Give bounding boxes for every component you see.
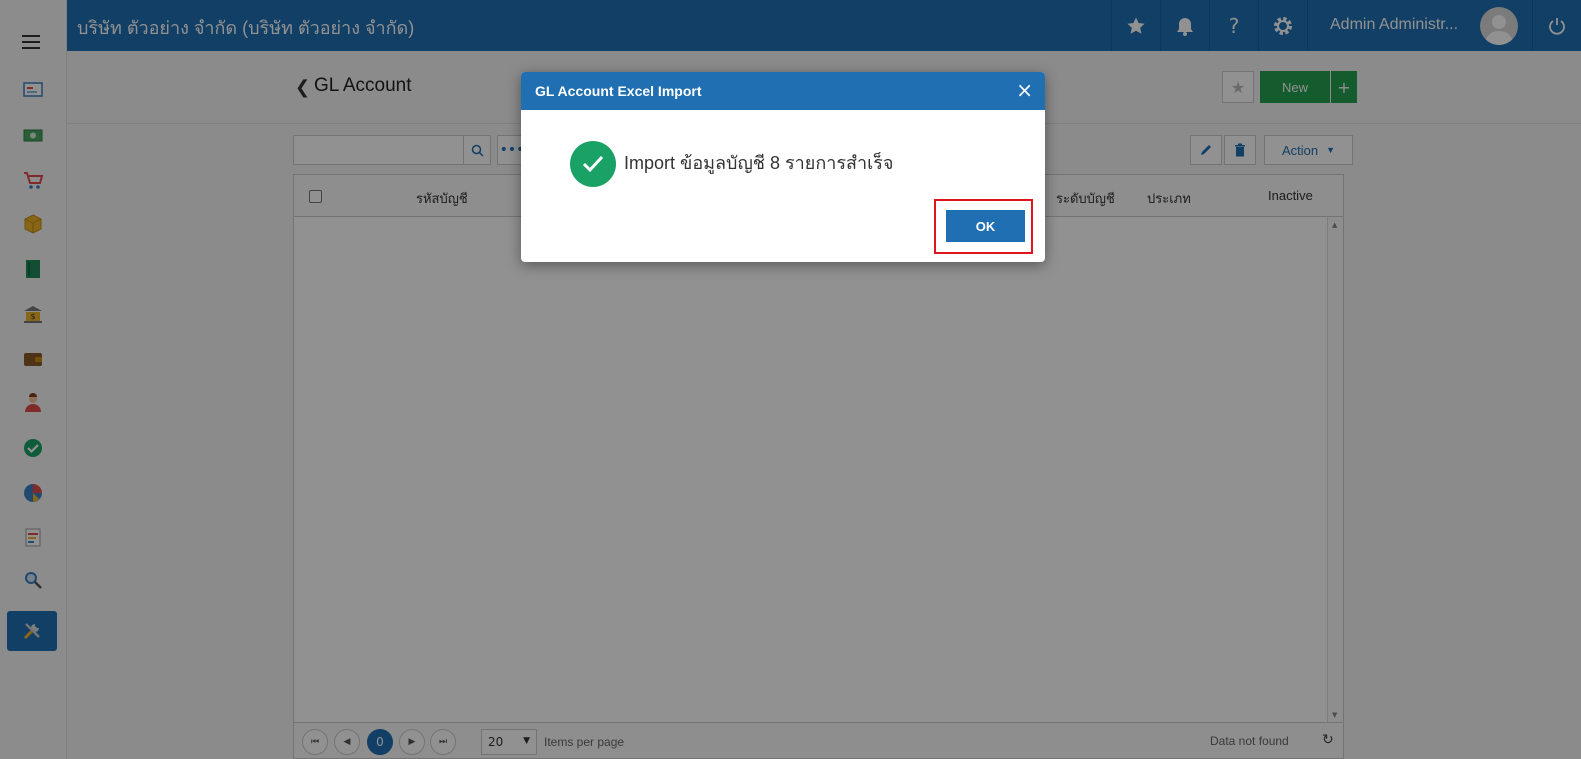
close-icon[interactable]: × bbox=[1016, 79, 1033, 101]
ok-button-highlight: OK bbox=[934, 199, 1033, 254]
success-check-icon bbox=[570, 141, 616, 187]
import-result-dialog: GL Account Excel Import × Import ข้อมูลบ… bbox=[521, 72, 1045, 262]
dialog-message: Import ข้อมูลบัญชี 8 รายการสำเร็จ bbox=[624, 153, 894, 173]
dialog-header: GL Account Excel Import × bbox=[521, 72, 1045, 110]
dialog-title: GL Account Excel Import bbox=[535, 83, 702, 99]
ok-button[interactable]: OK bbox=[946, 210, 1025, 242]
